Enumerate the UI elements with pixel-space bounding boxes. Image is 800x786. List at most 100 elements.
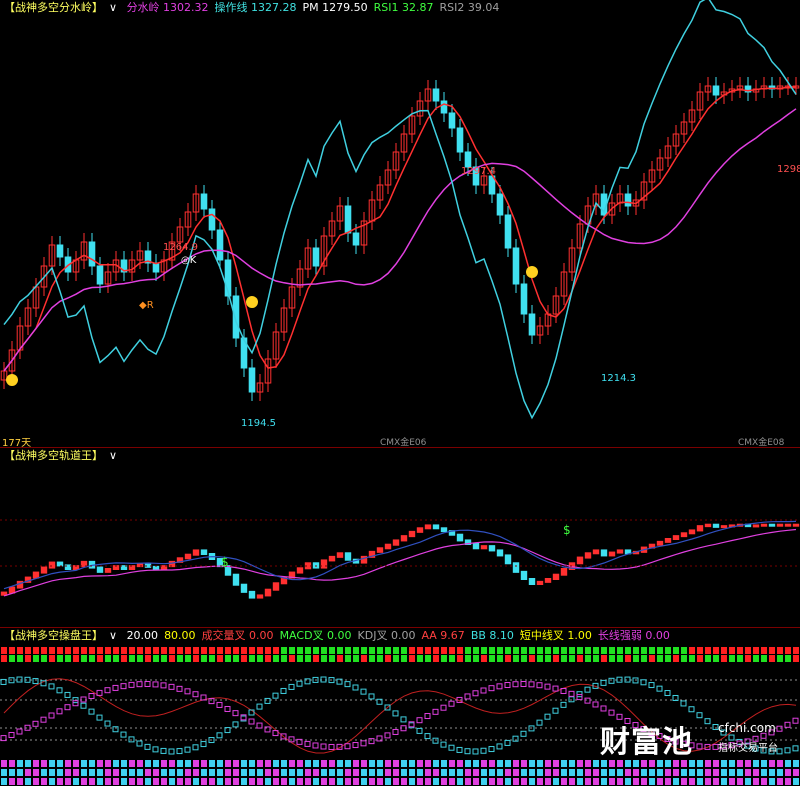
strength-point (256, 722, 263, 729)
bottom-cell (161, 769, 167, 776)
bottom-cell (273, 778, 279, 785)
high-label-1: 1264.9 (163, 242, 198, 253)
signal-cell (577, 655, 583, 662)
bottom-cell (305, 769, 311, 776)
signal-cell (121, 655, 127, 662)
track-bar (792, 523, 800, 527)
signal-cell (689, 655, 695, 662)
track-bar (528, 578, 536, 585)
bottom-cell (705, 778, 711, 785)
signal-cell (241, 655, 247, 662)
bb-point (560, 701, 567, 708)
bottom-cell (81, 778, 87, 785)
bottom-cell (385, 778, 391, 785)
track-bar (608, 551, 616, 557)
bottom-cell (265, 769, 271, 776)
bottom-cell (377, 769, 383, 776)
signal-cell (177, 647, 183, 654)
signal-cell (393, 647, 399, 654)
signal-cell (769, 647, 775, 654)
signal-cell (769, 655, 775, 662)
bottom-cell (561, 760, 567, 767)
bb-point (80, 702, 87, 709)
signal-cell (409, 647, 415, 654)
bb-point (296, 680, 303, 687)
bottom-cell (537, 760, 543, 767)
bottom-cell (161, 778, 167, 785)
bottom-cell (169, 778, 175, 785)
strength-point (352, 742, 359, 749)
track-bar (672, 535, 680, 540)
signal-cell (273, 647, 279, 654)
bottom-cell (441, 769, 447, 776)
bottom-cell (201, 778, 207, 785)
bottom-cell (601, 760, 607, 767)
bb-point (272, 692, 279, 699)
bb-point (488, 746, 495, 753)
bottom-cell (593, 769, 599, 776)
signal-cell (153, 647, 159, 654)
track-bar (664, 538, 672, 543)
bottom-cell (609, 760, 615, 767)
signal-cell (97, 647, 103, 654)
track-bar (408, 530, 416, 538)
bottom-cell (713, 769, 719, 776)
candle (712, 85, 720, 96)
candle (208, 208, 216, 231)
bottom-cell (17, 760, 23, 767)
signal-cell (649, 655, 655, 662)
signal-cell (761, 647, 767, 654)
bottom-cell (281, 778, 287, 785)
bottom-cell (489, 769, 495, 776)
bottom-cell (577, 769, 583, 776)
strength-point (384, 732, 391, 739)
signal-cell (161, 647, 167, 654)
bottom-cell (385, 760, 391, 767)
strength-point (360, 740, 367, 747)
bottom-cell (793, 769, 799, 776)
bottom-cell (769, 769, 775, 776)
strength-point (104, 687, 111, 694)
signal-cell (129, 647, 135, 654)
bottom-cell (217, 760, 223, 767)
bottom-cell (145, 760, 151, 767)
signal-cell (209, 647, 215, 654)
track-bar (616, 549, 624, 554)
strength-point (544, 683, 551, 690)
strength-point (424, 713, 431, 720)
bb-point (472, 748, 479, 755)
bottom-cell (369, 778, 375, 785)
bottom-cell (593, 760, 599, 767)
bottom-cell (721, 778, 727, 785)
signal-cell (193, 647, 199, 654)
bb-point (192, 744, 199, 751)
bottom-cell (313, 778, 319, 785)
track-bar (96, 566, 104, 573)
bottom-cell (697, 769, 703, 776)
bottom-cell (641, 769, 647, 776)
bottom-cell (33, 778, 39, 785)
bottom-cell (641, 760, 647, 767)
bottom-cell (177, 760, 183, 767)
bottom-cell (497, 769, 503, 776)
candle (520, 283, 528, 315)
signal-cell (569, 655, 575, 662)
track-bar (784, 523, 792, 527)
signal-cell (777, 655, 783, 662)
signal-cell (697, 655, 703, 662)
bb-point (168, 748, 175, 755)
track-bar (696, 525, 704, 532)
bottom-cell (457, 760, 463, 767)
signal-cell (401, 655, 407, 662)
bottom-cell (25, 760, 31, 767)
bottom-cell (681, 778, 687, 785)
signal-cell (553, 647, 559, 654)
bottom-cell (545, 778, 551, 785)
strength-point (88, 693, 95, 700)
signal-cell (321, 647, 327, 654)
track-bar (544, 578, 552, 583)
high-label-3: 1298 (777, 164, 800, 175)
signal-cell (713, 647, 719, 654)
signal-cell (713, 655, 719, 662)
bottom-cell (409, 778, 415, 785)
